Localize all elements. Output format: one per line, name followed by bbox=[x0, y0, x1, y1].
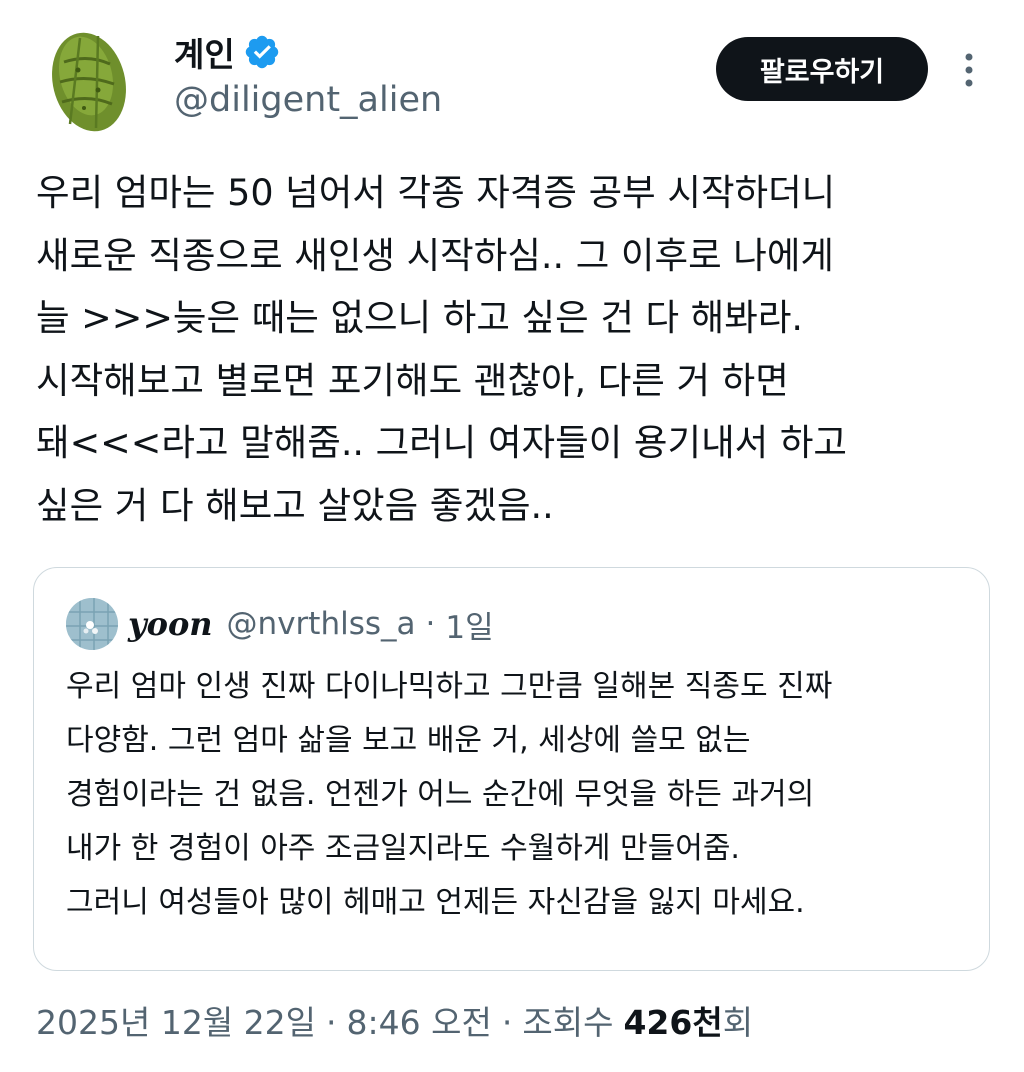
meta-separator: · bbox=[501, 1003, 513, 1042]
tweet-meta: 2025년 12월 22일 · 8:46 오전 · 조회수 426천 회 bbox=[36, 996, 753, 1044]
quoted-tweet-card[interactable]: yoon @nvrthlss_a · 1일 우리 엄마 인생 진짜 다이나믹하고… bbox=[33, 567, 990, 971]
pickle-avatar-icon[interactable] bbox=[40, 24, 136, 136]
author-display-name-row[interactable]: 계인 bbox=[174, 30, 281, 74]
verified-badge-icon bbox=[245, 35, 278, 69]
views-suffix: 회 bbox=[722, 1003, 754, 1042]
more-vertical-icon[interactable] bbox=[955, 50, 983, 90]
follow-button[interactable]: 팔로우하기 bbox=[716, 37, 928, 101]
author-display-name[interactable]: 계인 bbox=[174, 28, 235, 76]
quote-text: 우리 엄마 인생 진짜 다이나믹하고 그만큼 일해본 직종도 진짜 다양함. 그… bbox=[66, 669, 833, 920]
quote-header: yoon @nvrthlss_a · 1일 bbox=[128, 598, 494, 650]
tweet-text: 우리 엄마는 50 넘어서 각종 자격증 공부 시작하더니 새로운 직종으로 새… bbox=[36, 171, 847, 527]
quote-author-avatar[interactable] bbox=[66, 598, 118, 650]
views-label: 조회수 bbox=[522, 1003, 614, 1042]
quote-timestamp[interactable]: 1일 bbox=[445, 602, 493, 647]
meta-separator: · bbox=[326, 1003, 337, 1042]
tweet-time[interactable]: 8:46 오전 bbox=[347, 996, 492, 1044]
tweet-date[interactable]: 2025년 12월 22일 bbox=[36, 996, 316, 1044]
quote-author-name[interactable]: yoon bbox=[128, 605, 213, 643]
quote-separator: · bbox=[425, 606, 436, 642]
views-count[interactable]: 426천 bbox=[623, 996, 722, 1044]
author-handle[interactable]: @diligent_alien bbox=[174, 80, 442, 120]
quote-author-handle[interactable]: @nvrthlss_a bbox=[227, 606, 416, 642]
